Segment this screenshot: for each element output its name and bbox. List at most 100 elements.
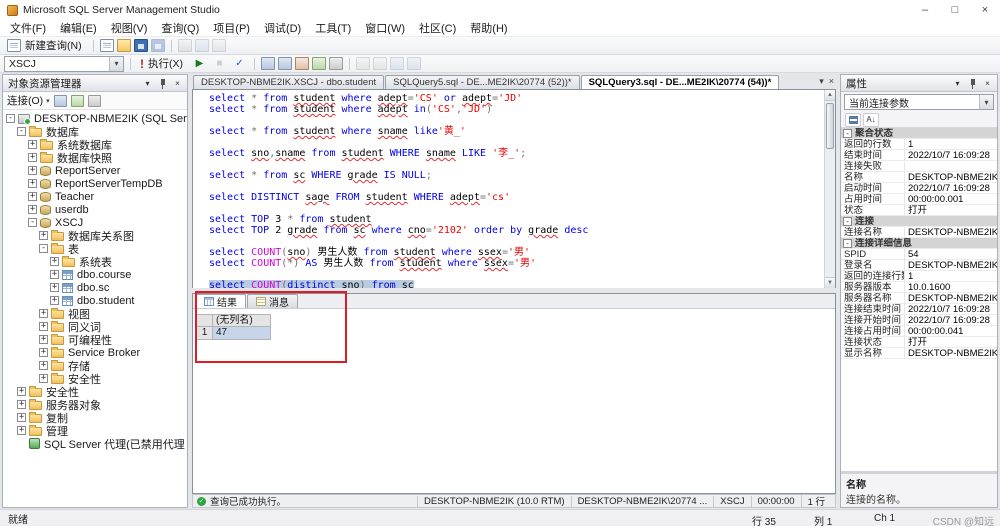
tree-expander-icon[interactable]: +	[39, 231, 48, 240]
tree-item[interactable]: +服务器对象	[3, 398, 187, 411]
tree-item[interactable]: +安全性	[3, 385, 187, 398]
results-to-text-icon[interactable]	[261, 57, 275, 70]
menu-item[interactable]: 社区(C)	[412, 19, 463, 37]
tree-item[interactable]: -数据库	[3, 125, 187, 138]
tree-expander-icon[interactable]: +	[28, 205, 37, 214]
menu-item[interactable]: 窗口(W)	[358, 19, 412, 37]
tree-item[interactable]: +数据库关系图	[3, 229, 187, 242]
code-line[interactable]: select DISTINCT sage FROM student WHERE …	[209, 192, 824, 203]
tree-expander-icon[interactable]: +	[17, 426, 26, 435]
results-tab[interactable]: 消息	[247, 294, 298, 308]
property-row[interactable]: 结束时间2022/10/7 16:09:28	[841, 150, 997, 161]
property-category[interactable]: -聚合状态	[841, 128, 997, 139]
tree-expander-icon[interactable]: +	[39, 348, 48, 357]
results-tab[interactable]: 结果	[195, 294, 246, 308]
property-row[interactable]: 状态打开	[841, 205, 997, 216]
code-line[interactable]	[209, 203, 824, 214]
print-icon[interactable]	[178, 39, 192, 52]
tree-item[interactable]: -DESKTOP-NBME2IK (SQL Server 10.0.160...	[3, 112, 187, 125]
tree-expander-icon[interactable]: +	[39, 374, 48, 383]
execute-button[interactable]: ! 执行(X)	[137, 55, 188, 72]
uncomment-icon[interactable]	[373, 57, 387, 70]
new-file-icon[interactable]	[100, 39, 114, 52]
code-line[interactable]	[209, 181, 824, 192]
property-row[interactable]: 占用时间00:00:00.001	[841, 194, 997, 205]
menu-item[interactable]: 视图(V)	[104, 19, 155, 37]
code-line[interactable]	[209, 269, 824, 280]
code-line[interactable]	[209, 115, 824, 126]
code-editor[interactable]: select * from student where adept='CS' o…	[193, 90, 824, 288]
filter-icon[interactable]	[88, 95, 101, 107]
properties-object-selector[interactable]: 当前连接参数 ▾	[844, 94, 994, 110]
connect-button[interactable]: 连接(O) ▾	[7, 93, 50, 108]
collapse-icon[interactable]: -	[843, 239, 852, 248]
tree-expander-icon[interactable]: -	[6, 114, 15, 123]
database-selector[interactable]: XSCJ ▾	[4, 56, 124, 72]
tree-item[interactable]: +Teacher	[3, 190, 187, 203]
comment-icon[interactable]	[356, 57, 370, 70]
tree-expander-icon[interactable]: +	[39, 309, 48, 318]
minimize-button[interactable]: –	[910, 0, 940, 20]
tree-expander-icon[interactable]: +	[28, 166, 37, 175]
new-query-button[interactable]: 新建查询(N)	[4, 37, 87, 54]
pin-icon[interactable]	[966, 77, 979, 90]
document-tab[interactable]: SQLQuery3.sql - DE...ME2IK\20774 (54))*	[581, 75, 780, 89]
code-line[interactable]: select * from sc WHERE grade IS NULL;	[209, 170, 824, 181]
code-line[interactable]: select TOP 3 * from student	[209, 214, 824, 225]
tree-item[interactable]: +系统表	[3, 255, 187, 268]
menu-item[interactable]: 工具(T)	[308, 19, 358, 37]
include-actual-plan-icon[interactable]	[312, 57, 326, 70]
scroll-down-icon[interactable]: ▼	[825, 277, 835, 288]
save-icon[interactable]	[134, 39, 148, 52]
window-menu-icon[interactable]: ▾	[141, 77, 154, 90]
property-row[interactable]: 显示名称DESKTOP-NBME2IK	[841, 348, 997, 359]
parse-button[interactable]: ✓	[231, 56, 248, 71]
close-icon[interactable]: ×	[981, 77, 994, 90]
tree-item[interactable]: +dbo.course	[3, 268, 187, 281]
results-to-file-icon[interactable]	[295, 57, 309, 70]
debug-button[interactable]: ▶	[191, 56, 208, 71]
collapse-icon[interactable]: -	[843, 129, 852, 138]
open-file-icon[interactable]	[117, 39, 131, 52]
tree-expander-icon[interactable]: +	[28, 140, 37, 149]
property-row[interactable]: 连接失败	[841, 161, 997, 172]
property-row[interactable]: 服务器名称DESKTOP-NBME2IK	[841, 293, 997, 304]
code-line[interactable]	[209, 159, 824, 170]
menu-item[interactable]: 帮助(H)	[463, 19, 514, 37]
property-row[interactable]: 登录名DESKTOP-NBME2IK...	[841, 260, 997, 271]
property-row[interactable]: 启动时间2022/10/7 16:09:28	[841, 183, 997, 194]
property-row[interactable]: 返回的连接行数1	[841, 271, 997, 282]
tree-item[interactable]: +dbo.student	[3, 294, 187, 307]
property-row[interactable]: 连接名称DESKTOP-NBME2IK...	[841, 227, 997, 238]
menu-item[interactable]: 项目(P)	[206, 19, 257, 37]
code-line[interactable]: select * from student where sname like'黄…	[209, 126, 824, 137]
editor-scrollbar[interactable]: ▲ ▼	[824, 90, 835, 288]
scroll-up-icon[interactable]: ▲	[825, 90, 835, 101]
document-tab[interactable]: DESKTOP-NBME2IK.XSCJ - dbo.student	[193, 75, 384, 89]
property-row[interactable]: 连接状态打开	[841, 337, 997, 348]
tree-item[interactable]: -XSCJ	[3, 216, 187, 229]
tree-expander-icon[interactable]: +	[39, 335, 48, 344]
close-button[interactable]: ×	[970, 0, 1000, 20]
tree-item[interactable]: SQL Server 代理(已禁用代理 XP)	[3, 437, 187, 450]
property-row[interactable]: 服务器版本10.0.1600	[841, 282, 997, 293]
tree-expander-icon[interactable]: +	[50, 257, 59, 266]
row-number[interactable]: 1	[196, 327, 213, 340]
tree-expander-icon[interactable]: +	[50, 270, 59, 279]
grid-corner[interactable]	[196, 314, 213, 327]
tree-item[interactable]: +userdb	[3, 203, 187, 216]
tree-item[interactable]: +可编程性	[3, 333, 187, 346]
property-row[interactable]: 返回的行数1	[841, 139, 997, 150]
tree-item[interactable]: -表	[3, 242, 187, 255]
tree-item[interactable]: +Service Broker	[3, 346, 187, 359]
tree-expander-icon[interactable]: +	[50, 296, 59, 305]
outdent-icon[interactable]	[407, 57, 421, 70]
close-document-icon[interactable]: ×	[829, 76, 834, 87]
categorized-icon[interactable]	[845, 113, 861, 127]
copy-icon[interactable]	[212, 39, 226, 52]
tree-item[interactable]: +数据库快照	[3, 151, 187, 164]
tree-expander-icon[interactable]: +	[28, 153, 37, 162]
code-line[interactable]: select COUNT(*) AS 男生人数 from student whe…	[209, 258, 824, 269]
property-row[interactable]: 连接开始时间2022/10/7 16:09:28	[841, 315, 997, 326]
close-icon[interactable]: ×	[171, 77, 184, 90]
